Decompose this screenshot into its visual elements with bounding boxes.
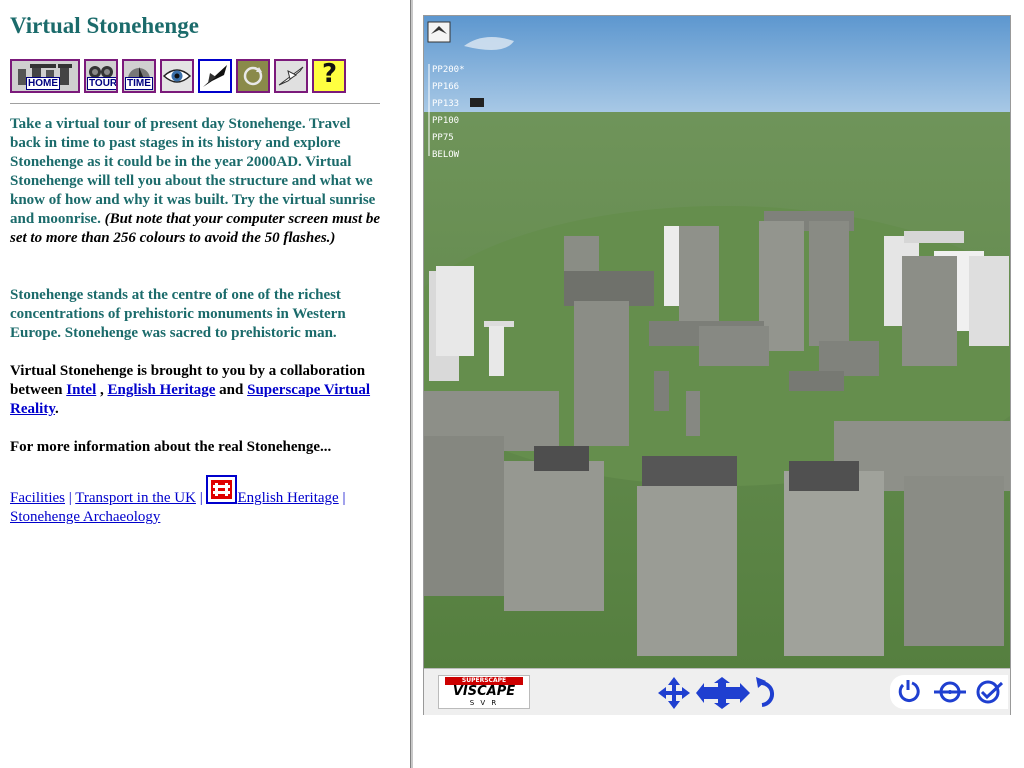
lod-level-label[interactable]: PP133 — [432, 99, 459, 109]
header-divider — [10, 103, 380, 104]
fly-button[interactable] — [198, 59, 232, 93]
home-button[interactable]: HOME — [10, 59, 80, 93]
tour-label: TOUR — [87, 77, 118, 90]
english-heritage-logo-icon[interactable] — [206, 475, 238, 504]
home-label: HOME — [26, 77, 60, 90]
footer-links: Facilities | Transport in the UK | Engli… — [10, 475, 385, 527]
help-button[interactable]: ? — [312, 59, 346, 93]
left-panel: Virtual Stonehenge HOME TOUR TIME ? Take… — [0, 0, 410, 768]
lod-level-label[interactable]: PP100 — [432, 116, 459, 126]
link-separator: | — [195, 490, 207, 506]
view-button[interactable] — [160, 59, 194, 93]
rotate-icon — [243, 66, 263, 86]
link-separator: | — [338, 490, 346, 506]
time-label: TIME — [125, 77, 153, 90]
help-icon: ? — [322, 59, 338, 89]
archaeology-link[interactable]: Stonehenge Archaeology — [10, 509, 160, 525]
intel-link[interactable]: Intel — [66, 382, 96, 398]
plane-button[interactable] — [274, 59, 308, 93]
lod-level-label[interactable]: BELOW — [432, 150, 460, 160]
lod-level-label[interactable]: PP75 — [432, 133, 454, 143]
lod-level-label[interactable]: PP166 — [432, 82, 459, 92]
credits-period: . — [55, 401, 59, 417]
eye-icon — [162, 69, 192, 83]
bird-icon — [203, 65, 227, 87]
transport-link[interactable]: Transport in the UK — [75, 490, 196, 506]
credits-paragraph: Virtual Stonehenge is brought to you by … — [10, 362, 385, 419]
reset-icon[interactable] — [898, 680, 920, 703]
viewer-control-bar: SUPERSCAPE VISCAPE S V R — [424, 668, 1010, 715]
look-arrows-icon[interactable] — [696, 677, 750, 709]
intro-paragraph: Take a virtual tour of present day Stone… — [10, 115, 385, 248]
credits-comma: , — [96, 382, 108, 398]
move-arrows-icon[interactable] — [658, 677, 690, 709]
vr-viewer[interactable]: PP200* PP166 PP133 PP100 PP75 BELOW SUPERSCAP… — [423, 15, 1011, 715]
facilities-link[interactable]: Facilities — [10, 490, 65, 506]
tour-button[interactable]: TOUR — [84, 59, 118, 93]
nav-compass-icon[interactable] — [427, 21, 451, 43]
turn-arrow-icon[interactable] — [756, 677, 775, 707]
viscape-brand-main: VISCAPE — [452, 684, 516, 699]
page-title: Virtual Stonehenge — [10, 13, 199, 38]
english-heritage-link[interactable]: English Heritage — [108, 382, 216, 398]
rotate-button[interactable] — [236, 59, 270, 93]
right-panel: PP200* PP166 PP133 PP100 PP75 BELOW SUPERSCAP… — [413, 0, 1024, 768]
link-separator: | — [65, 490, 76, 506]
more-info-heading: For more information about the real Ston… — [10, 439, 332, 455]
walk-controls — [658, 677, 775, 709]
viscape-brand-sub: S V R — [469, 699, 499, 707]
view-controls — [890, 675, 1008, 709]
history-paragraph: Stonehenge stands at the centre of one o… — [10, 287, 346, 341]
zoom-icon[interactable] — [934, 681, 966, 703]
time-button[interactable]: TIME — [122, 59, 156, 93]
credits-and: and — [215, 382, 248, 398]
viscape-logo[interactable]: SUPERSCAPE VISCAPE S V R — [438, 675, 530, 709]
confirm-icon[interactable] — [976, 680, 1004, 704]
english-heritage-footer-link[interactable]: English Heritage — [237, 490, 338, 506]
stonehenge-3d-scene[interactable]: PP200* PP166 PP133 PP100 PP75 BELOW — [424, 16, 1010, 668]
lod-level-label[interactable]: PP200* — [432, 65, 465, 75]
plane-icon — [278, 66, 304, 86]
